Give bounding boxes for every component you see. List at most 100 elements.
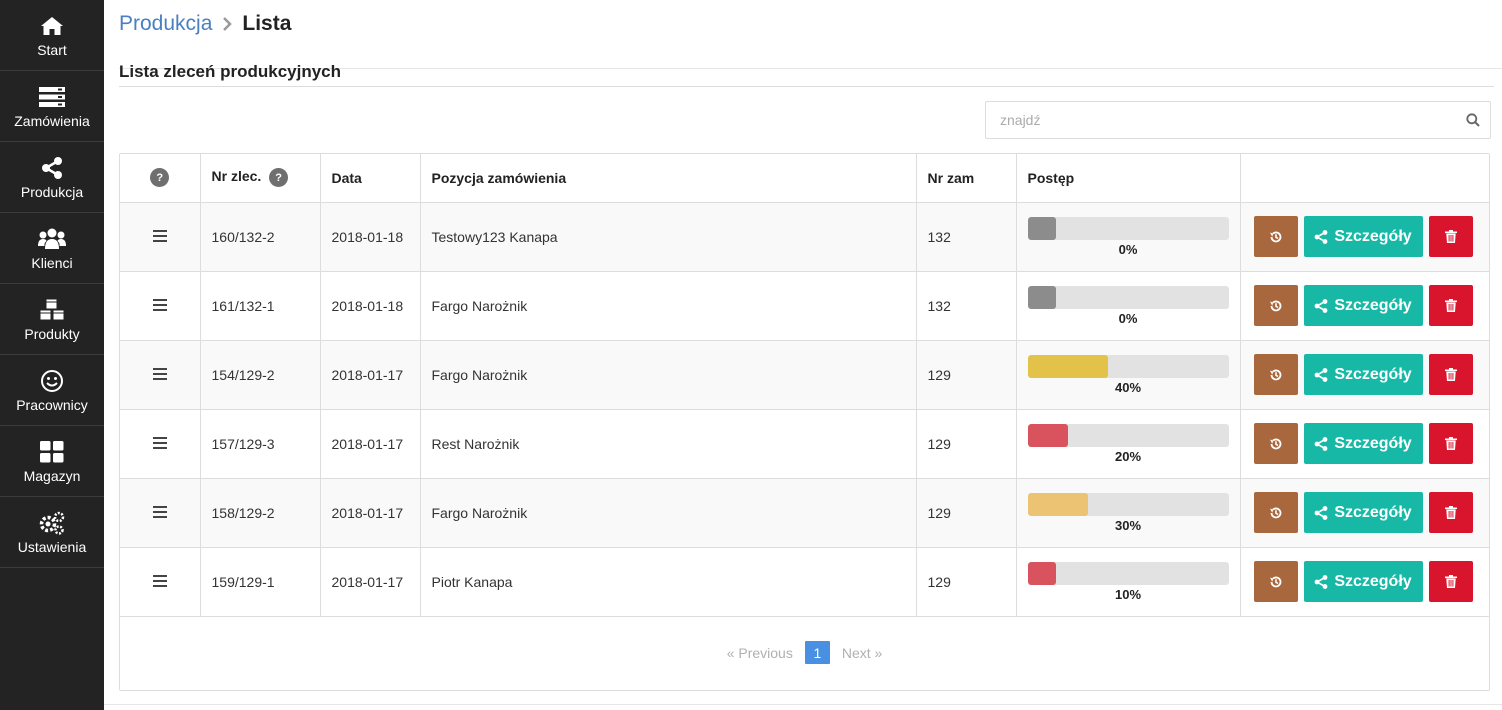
history-icon <box>1269 507 1281 518</box>
smile-icon <box>38 368 66 394</box>
help-icon[interactable]: ? <box>150 168 170 188</box>
details-button-label: Szczegóły <box>1334 296 1412 314</box>
sidebar-item-label: Magazyn <box>23 467 81 484</box>
column-header-nr-zam[interactable]: Nr zam <box>916 154 1017 203</box>
row-actions: Szczegóły <box>1252 561 1490 602</box>
history-icon <box>1269 438 1281 449</box>
sidebar-item-produkty[interactable]: Produkty <box>0 284 104 355</box>
search-box <box>985 101 1491 139</box>
column-header-postep[interactable]: Postęp <box>1016 154 1241 203</box>
cell-pozycja: Fargo Narożnik <box>420 478 917 548</box>
bars-icon[interactable] <box>152 367 167 383</box>
details-button[interactable]: Szczegóły <box>1303 492 1423 533</box>
table-row: 160/132-2 2018-01-18 Testowy123 Kanapa 1… <box>120 202 1489 272</box>
share-icon <box>1314 574 1328 589</box>
row-actions: Szczegóły <box>1252 285 1490 326</box>
details-button[interactable]: Szczegóły <box>1303 285 1423 326</box>
sidebar-item-label: Ustawienia <box>17 538 87 555</box>
share-icon <box>1314 229 1328 244</box>
history-icon <box>1269 369 1281 380</box>
cell-postep: 10% <box>1016 547 1241 617</box>
cell-data: 2018-01-17 <box>320 409 421 479</box>
cell-actions: Szczegóły <box>1240 271 1490 341</box>
table-row: 158/129-2 2018-01-17 Fargo Narożnik 129 … <box>120 478 1489 548</box>
bars-icon[interactable] <box>152 436 167 452</box>
cell-data: 2018-01-18 <box>320 202 421 272</box>
section-title: Lista zleceń produkcyjnych <box>119 62 342 81</box>
cell-postep: 0% <box>1016 271 1241 341</box>
cell-nr-zlec: 158/129-2 <box>200 478 321 548</box>
history-button[interactable] <box>1253 423 1298 464</box>
sidebar-item-label: Pracownicy <box>16 396 88 413</box>
sidebar-item-label: Produkty <box>24 325 80 342</box>
home-icon <box>38 13 66 39</box>
column-header-nr-zlec[interactable]: Nr zlec. ? <box>200 154 321 203</box>
cell-data: 2018-01-17 <box>320 478 421 548</box>
details-button[interactable]: Szczegóły <box>1303 561 1423 602</box>
row-menu-cell <box>120 271 201 341</box>
pagination-previous[interactable]: « Previous <box>715 645 805 661</box>
progress-bar <box>1027 492 1229 516</box>
details-button-label: Szczegóły <box>1334 434 1412 452</box>
search-input[interactable] <box>986 102 1446 138</box>
help-icon[interactable]: ? <box>269 168 289 188</box>
sidebar-item-klienci[interactable]: Klienci <box>0 213 104 284</box>
sidebar-item-produkcja[interactable]: Produkcja <box>0 142 104 213</box>
column-header-data[interactable]: Data <box>320 154 421 203</box>
delete-button[interactable] <box>1428 423 1473 464</box>
cell-postep: 0% <box>1016 202 1241 272</box>
column-header-help: ? <box>120 154 201 203</box>
share-icon <box>1314 505 1328 520</box>
row-menu-cell <box>120 478 201 548</box>
bars-icon[interactable] <box>152 229 167 245</box>
history-button[interactable] <box>1253 492 1298 533</box>
row-menu-cell <box>120 340 201 410</box>
table-header-row: ? Nr zlec. ? Data Pozycja zamówienia Nr … <box>120 154 1489 203</box>
delete-button[interactable] <box>1428 216 1473 257</box>
progress-bar-fill <box>1027 216 1056 240</box>
row-menu-cell <box>120 547 201 617</box>
orders-table-panel: ? Nr zlec. ? Data Pozycja zamówienia Nr … <box>119 153 1490 691</box>
cell-data: 2018-01-17 <box>320 547 421 617</box>
history-icon <box>1269 300 1281 311</box>
cell-pozycja: Fargo Narożnik <box>420 340 917 410</box>
delete-button[interactable] <box>1428 285 1473 326</box>
sidebar-item-pracownicy[interactable]: Pracownicy <box>0 355 104 426</box>
grid-icon <box>38 439 66 465</box>
sidebar-item-start[interactable]: Start <box>0 0 104 71</box>
history-button[interactable] <box>1253 561 1298 602</box>
sidebar-item-ustawienia[interactable]: Ustawienia <box>0 497 104 568</box>
details-button[interactable]: Szczegóły <box>1303 354 1423 395</box>
progress-bar <box>1027 216 1229 240</box>
cell-pozycja: Testowy123 Kanapa <box>420 202 917 272</box>
progress-bar <box>1027 285 1229 309</box>
delete-button[interactable] <box>1428 492 1473 533</box>
column-header-actions <box>1240 154 1489 203</box>
bars-icon[interactable] <box>152 298 167 314</box>
row-menu-cell <box>120 202 201 272</box>
history-button[interactable] <box>1253 354 1298 395</box>
sidebar-item-zamowienia[interactable]: Zamówienia <box>0 71 104 142</box>
history-button[interactable] <box>1253 216 1298 257</box>
table-row: 154/129-2 2018-01-17 Fargo Narożnik 129 … <box>120 340 1489 410</box>
details-button-label: Szczegóły <box>1334 503 1412 521</box>
details-button[interactable]: Szczegóły <box>1303 423 1423 464</box>
breadcrumb-link-produkcja[interactable]: Produkcja <box>119 12 212 36</box>
progress: 10% <box>1027 561 1229 602</box>
cell-nr-zlec: 157/129-3 <box>200 409 321 479</box>
pagination-page-1[interactable]: 1 <box>804 641 830 664</box>
history-button[interactable] <box>1253 285 1298 326</box>
pagination-next[interactable]: Next » <box>830 645 894 661</box>
delete-button[interactable] <box>1428 354 1473 395</box>
sidebar-item-label: Start <box>37 41 67 58</box>
sidebar-item-magazyn[interactable]: Magazyn <box>0 426 104 497</box>
delete-button[interactable] <box>1428 561 1473 602</box>
trash-icon <box>1444 506 1457 519</box>
page-title: Lista <box>242 12 292 35</box>
column-header-pozycja[interactable]: Pozycja zamówienia <box>420 154 917 203</box>
bars-icon[interactable] <box>152 505 167 521</box>
details-button[interactable]: Szczegóły <box>1303 216 1423 257</box>
search-icon[interactable] <box>1466 113 1480 132</box>
bars-icon[interactable] <box>152 574 167 590</box>
cell-nr-zlec: 160/132-2 <box>200 202 321 272</box>
